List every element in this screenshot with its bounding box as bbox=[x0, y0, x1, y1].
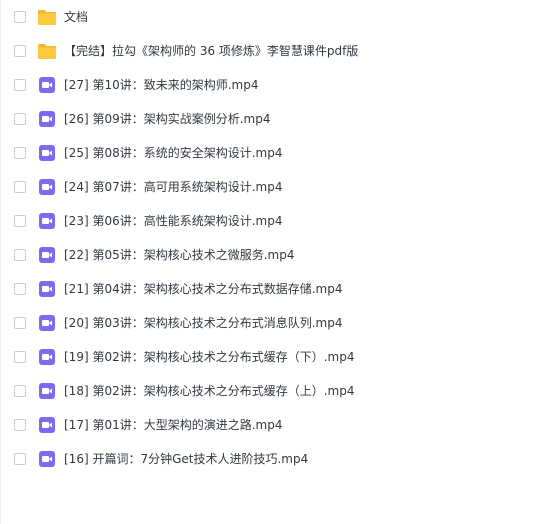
row-checkbox[interactable] bbox=[14, 113, 26, 125]
file-name[interactable]: 文档 bbox=[64, 8, 88, 26]
row-checkbox[interactable] bbox=[14, 147, 26, 159]
video-icon bbox=[37, 381, 57, 401]
file-row[interactable]: [24] 第07讲：高可用系统架构设计.mp4 bbox=[1, 170, 541, 204]
video-icon bbox=[37, 415, 57, 435]
file-name[interactable]: [17] 第01讲：大型架构的演进之路.mp4 bbox=[64, 416, 282, 434]
video-icon bbox=[37, 279, 57, 299]
file-name[interactable]: 【完结】拉勾《架构师的 36 项修炼》李智慧课件pdf版 bbox=[64, 42, 358, 60]
file-name[interactable]: [24] 第07讲：高可用系统架构设计.mp4 bbox=[64, 178, 282, 196]
file-name[interactable]: [26] 第09讲：架构实战案例分析.mp4 bbox=[64, 110, 270, 128]
video-icon bbox=[37, 109, 57, 129]
file-row[interactable]: [25] 第08讲：系统的安全架构设计.mp4 bbox=[1, 136, 541, 170]
row-checkbox[interactable] bbox=[14, 249, 26, 261]
file-name[interactable]: [16] 开篇词：7分钟Get技术人进阶技巧.mp4 bbox=[64, 450, 308, 468]
file-row[interactable]: [21] 第04讲：架构核心技术之分布式数据存储.mp4 bbox=[1, 272, 541, 306]
folder-row[interactable]: 文档 bbox=[1, 0, 541, 34]
folder-icon bbox=[37, 41, 57, 61]
file-row[interactable]: [18] 第02讲：架构核心技术之分布式缓存（上）.mp4 bbox=[1, 374, 541, 408]
row-checkbox[interactable] bbox=[14, 181, 26, 193]
file-rows: 文档【完结】拉勾《架构师的 36 项修炼》李智慧课件pdf版 [27] 第10讲：… bbox=[1, 0, 541, 476]
video-icon bbox=[37, 177, 57, 197]
file-row[interactable]: [17] 第01讲：大型架构的演进之路.mp4 bbox=[1, 408, 541, 442]
row-checkbox[interactable] bbox=[14, 283, 26, 295]
video-icon bbox=[37, 313, 57, 333]
file-name[interactable]: [18] 第02讲：架构核心技术之分布式缓存（上）.mp4 bbox=[64, 382, 354, 400]
file-name[interactable]: [23] 第06讲：高性能系统架构设计.mp4 bbox=[64, 212, 282, 230]
file-name[interactable]: [27] 第10讲：致未来的架构师.mp4 bbox=[64, 76, 258, 94]
row-checkbox[interactable] bbox=[14, 385, 26, 397]
file-name[interactable]: [22] 第05讲：架构核心技术之微服务.mp4 bbox=[64, 246, 294, 264]
video-icon bbox=[37, 143, 57, 163]
row-checkbox[interactable] bbox=[14, 79, 26, 91]
row-checkbox[interactable] bbox=[14, 215, 26, 227]
video-icon bbox=[37, 449, 57, 469]
row-checkbox[interactable] bbox=[14, 45, 26, 57]
row-checkbox[interactable] bbox=[14, 317, 26, 329]
file-row[interactable]: [20] 第03讲：架构核心技术之分布式消息队列.mp4 bbox=[1, 306, 541, 340]
file-list: 文档【完结】拉勾《架构师的 36 项修炼》李智慧课件pdf版 [27] 第10讲：… bbox=[0, 0, 541, 524]
video-icon bbox=[37, 245, 57, 265]
file-row[interactable]: [27] 第10讲：致未来的架构师.mp4 bbox=[1, 68, 541, 102]
row-checkbox[interactable] bbox=[14, 11, 26, 23]
file-name[interactable]: [19] 第02讲：架构核心技术之分布式缓存（下）.mp4 bbox=[64, 348, 354, 366]
row-checkbox[interactable] bbox=[14, 453, 26, 465]
file-row[interactable]: [19] 第02讲：架构核心技术之分布式缓存（下）.mp4 bbox=[1, 340, 541, 374]
row-checkbox[interactable] bbox=[14, 351, 26, 363]
file-row[interactable]: [23] 第06讲：高性能系统架构设计.mp4 bbox=[1, 204, 541, 238]
video-icon bbox=[37, 75, 57, 95]
file-row[interactable]: [22] 第05讲：架构核心技术之微服务.mp4 bbox=[1, 238, 541, 272]
video-icon bbox=[37, 211, 57, 231]
folder-icon bbox=[37, 7, 57, 27]
video-icon bbox=[37, 347, 57, 367]
file-row[interactable]: [16] 开篇词：7分钟Get技术人进阶技巧.mp4 bbox=[1, 442, 541, 476]
file-name[interactable]: [21] 第04讲：架构核心技术之分布式数据存储.mp4 bbox=[64, 280, 342, 298]
file-name[interactable]: [25] 第08讲：系统的安全架构设计.mp4 bbox=[64, 144, 282, 162]
file-name[interactable]: [20] 第03讲：架构核心技术之分布式消息队列.mp4 bbox=[64, 314, 342, 332]
file-row[interactable]: [26] 第09讲：架构实战案例分析.mp4 bbox=[1, 102, 541, 136]
folder-row[interactable]: 【完结】拉勾《架构师的 36 项修炼》李智慧课件pdf版 bbox=[1, 34, 541, 68]
row-checkbox[interactable] bbox=[14, 419, 26, 431]
